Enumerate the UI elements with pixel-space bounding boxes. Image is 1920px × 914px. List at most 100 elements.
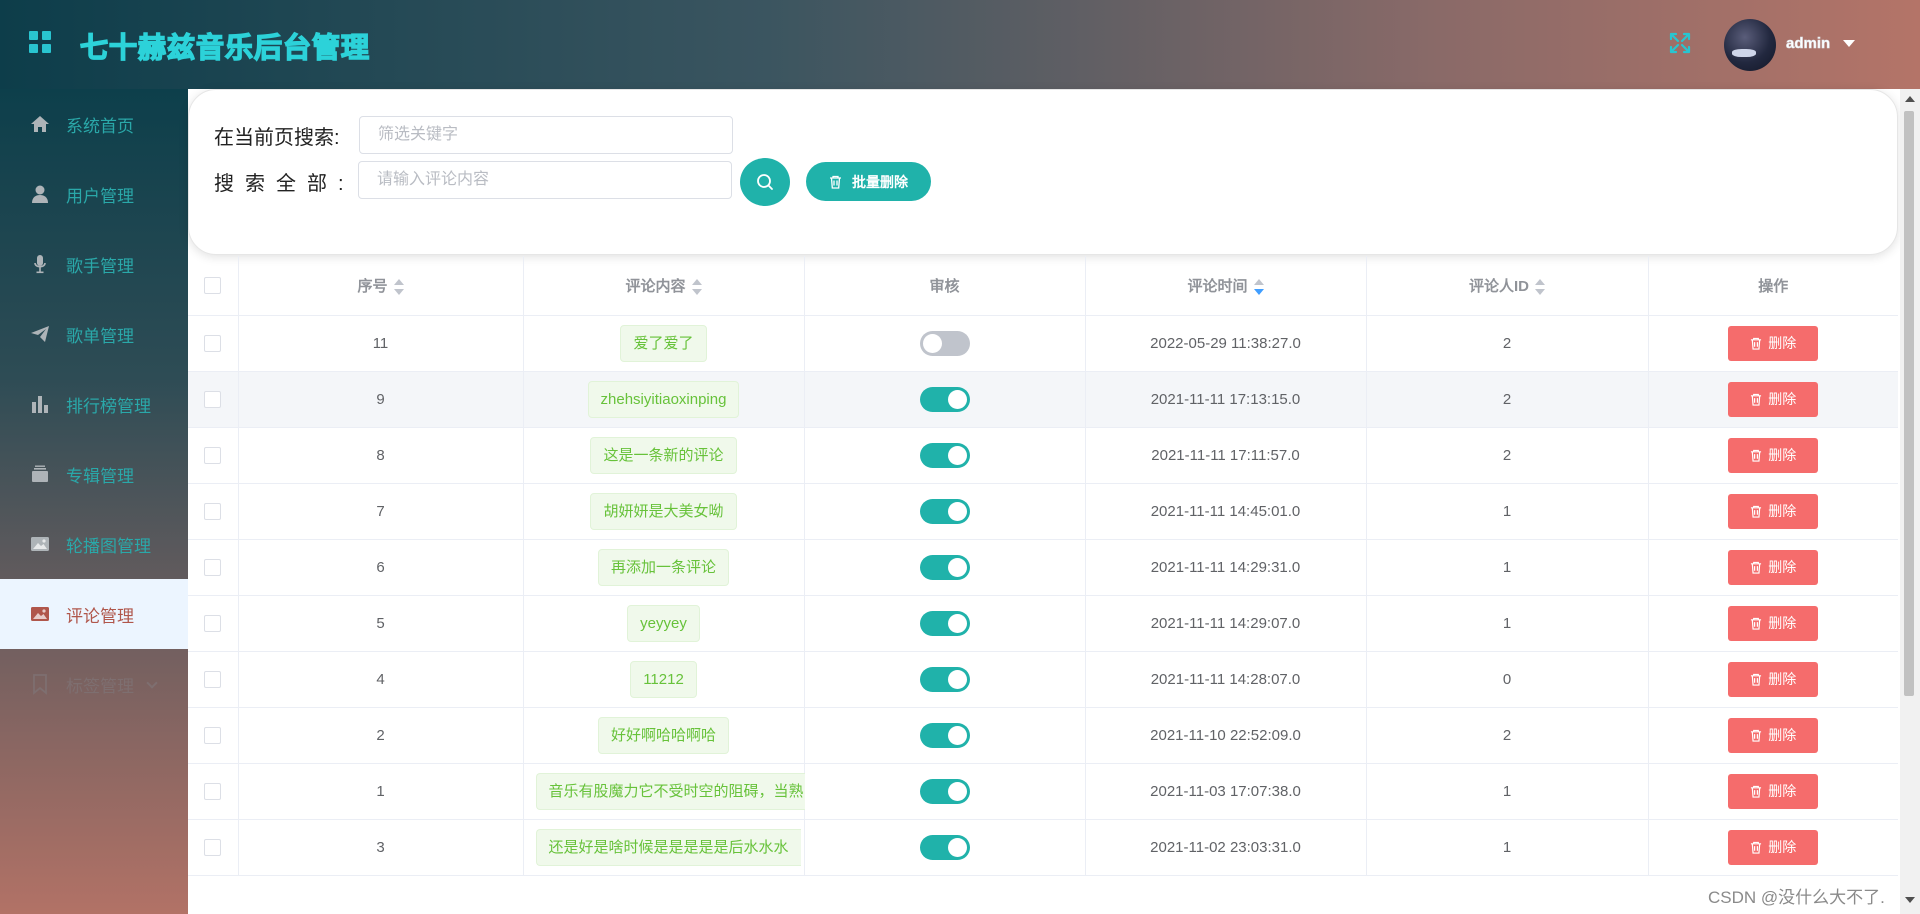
- approve-toggle[interactable]: [919, 722, 970, 748]
- approve-toggle[interactable]: [919, 386, 970, 412]
- row-checkbox[interactable]: [204, 782, 222, 800]
- row-checkbox[interactable]: [204, 334, 222, 352]
- delete-button[interactable]: 删除: [1728, 661, 1819, 697]
- delete-button[interactable]: 删除: [1728, 325, 1819, 361]
- delete-button[interactable]: 删除: [1728, 605, 1819, 641]
- sidebar-item-label: 评论管理: [66, 606, 134, 626]
- column-header[interactable]: 评论内容: [523, 256, 805, 316]
- sidebar-item[interactable]: 排行榜管理: [0, 369, 188, 439]
- approve-toggle[interactable]: [919, 554, 970, 580]
- action-cell: 删除: [1648, 371, 1898, 428]
- grid-menu-icon[interactable]: [29, 31, 51, 53]
- approve-toggle[interactable]: [919, 330, 970, 356]
- approve-toggle[interactable]: [919, 778, 970, 804]
- sidebar-item[interactable]: 歌手管理: [0, 229, 188, 299]
- sidebar-item[interactable]: 评论管理: [0, 579, 188, 649]
- delete-button[interactable]: 删除: [1728, 717, 1819, 753]
- picture-icon: [31, 607, 49, 621]
- chevron-down-icon[interactable]: [1843, 40, 1855, 47]
- toggle-knob: [947, 725, 967, 745]
- current-page-search-input[interactable]: [359, 116, 733, 154]
- approve-toggle[interactable]: [919, 834, 970, 860]
- select-cell: [188, 651, 239, 708]
- trash-icon: [1751, 449, 1762, 462]
- album-icon: [32, 465, 48, 482]
- sidebar-item[interactable]: 标签管理: [0, 649, 188, 719]
- delete-button[interactable]: 删除: [1728, 493, 1819, 529]
- row-checkbox[interactable]: [204, 390, 222, 408]
- bookmark-icon: [33, 674, 47, 695]
- time-cell: 2021-11-11 14:28:07.0: [1085, 651, 1367, 708]
- row-checkbox[interactable]: [204, 838, 222, 856]
- sort-icon[interactable]: [393, 278, 404, 295]
- select-all-checkbox[interactable]: [204, 277, 222, 295]
- trash-icon: [1751, 505, 1762, 518]
- column-header: 操作: [1648, 256, 1898, 316]
- sort-icon[interactable]: [691, 278, 702, 295]
- trash-icon: [1751, 729, 1762, 742]
- sidebar-item-label: 轮播图管理: [66, 536, 151, 556]
- approve-toggle[interactable]: [919, 498, 970, 524]
- approve-toggle[interactable]: [919, 442, 970, 468]
- delete-button[interactable]: 删除: [1728, 829, 1819, 865]
- sidebar-item[interactable]: 轮播图管理: [0, 509, 188, 579]
- approve-toggle[interactable]: [919, 610, 970, 636]
- sidebar-item[interactable]: 用户管理: [0, 159, 188, 229]
- column-label: 评论内容: [625, 277, 686, 295]
- select-cell: [188, 595, 239, 652]
- user-icon: [32, 185, 48, 203]
- search-button[interactable]: [740, 158, 790, 206]
- sidebar-item-label: 歌手管理: [66, 256, 134, 276]
- trash-icon: [1751, 561, 1762, 574]
- select-cell: [188, 819, 239, 876]
- sort-icon[interactable]: [1535, 278, 1545, 295]
- row-checkbox[interactable]: [204, 502, 222, 520]
- sidebar-item[interactable]: 歌单管理: [0, 299, 188, 369]
- content-cell: 再添加一条评论: [523, 539, 805, 596]
- user-id-cell: 1: [1366, 763, 1649, 820]
- sidebar-item[interactable]: 专辑管理: [0, 439, 188, 509]
- table-row: 7 胡妍妍是大美女呦 2021-11-11 14:45:01.0 1 删除: [188, 483, 1898, 540]
- scrollbar-thumb[interactable]: [1904, 111, 1914, 696]
- row-checkbox[interactable]: [204, 614, 222, 632]
- search-all-input[interactable]: [358, 161, 732, 199]
- row-checkbox[interactable]: [204, 446, 222, 464]
- action-cell: 删除: [1648, 539, 1898, 596]
- id-cell: 6: [238, 539, 524, 596]
- vertical-scrollbar[interactable]: [1900, 89, 1920, 914]
- time-cell: 2021-11-10 22:52:09.0: [1085, 707, 1367, 764]
- delete-label: 删除: [1768, 615, 1797, 631]
- batch-delete-button[interactable]: 批量删除: [806, 162, 931, 201]
- avatar[interactable]: [1724, 19, 1776, 71]
- row-checkbox[interactable]: [204, 726, 222, 744]
- approve-toggle[interactable]: [919, 666, 970, 692]
- delete-button[interactable]: 删除: [1728, 437, 1819, 473]
- fullscreen-icon[interactable]: [1669, 32, 1691, 54]
- sort-icon[interactable]: [1253, 278, 1264, 295]
- scroll-down-arrow-icon[interactable]: [1905, 897, 1915, 903]
- delete-button[interactable]: 删除: [1728, 773, 1819, 809]
- column-header[interactable]: 评论时间: [1085, 256, 1367, 316]
- column-header[interactable]: 序号: [238, 256, 524, 316]
- comment-tag: 音乐有股魔力它不受时空的阻碍，当熟: [535, 772, 805, 810]
- sidebar-item-label: 歌单管理: [66, 326, 134, 346]
- select-cell: [188, 315, 239, 372]
- user-id-cell: 2: [1366, 315, 1649, 372]
- table-header-row: 序号 评论内容 审核 评论时间 评论人ID 操作: [188, 256, 1898, 316]
- delete-button[interactable]: 删除: [1728, 381, 1819, 417]
- delete-button[interactable]: 删除: [1728, 549, 1819, 585]
- paper-plane-icon: [31, 326, 49, 342]
- toggle-knob: [947, 557, 967, 577]
- column-label: 评论时间: [1187, 277, 1248, 295]
- watermark: CSDN @没什么大不了.: [1708, 888, 1885, 907]
- scroll-up-arrow-icon[interactable]: [1905, 96, 1915, 102]
- user-name[interactable]: admin: [1786, 35, 1831, 53]
- row-checkbox[interactable]: [204, 558, 222, 576]
- user-id-cell: 1: [1366, 539, 1649, 596]
- comment-tag: yeyyey: [627, 604, 700, 642]
- sidebar-item[interactable]: 系统首页: [0, 89, 188, 159]
- delete-label: 删除: [1768, 783, 1797, 799]
- row-checkbox[interactable]: [204, 670, 222, 688]
- column-header[interactable]: 评论人ID: [1366, 256, 1649, 316]
- app-title: 七十赫兹音乐后台管理: [79, 30, 371, 65]
